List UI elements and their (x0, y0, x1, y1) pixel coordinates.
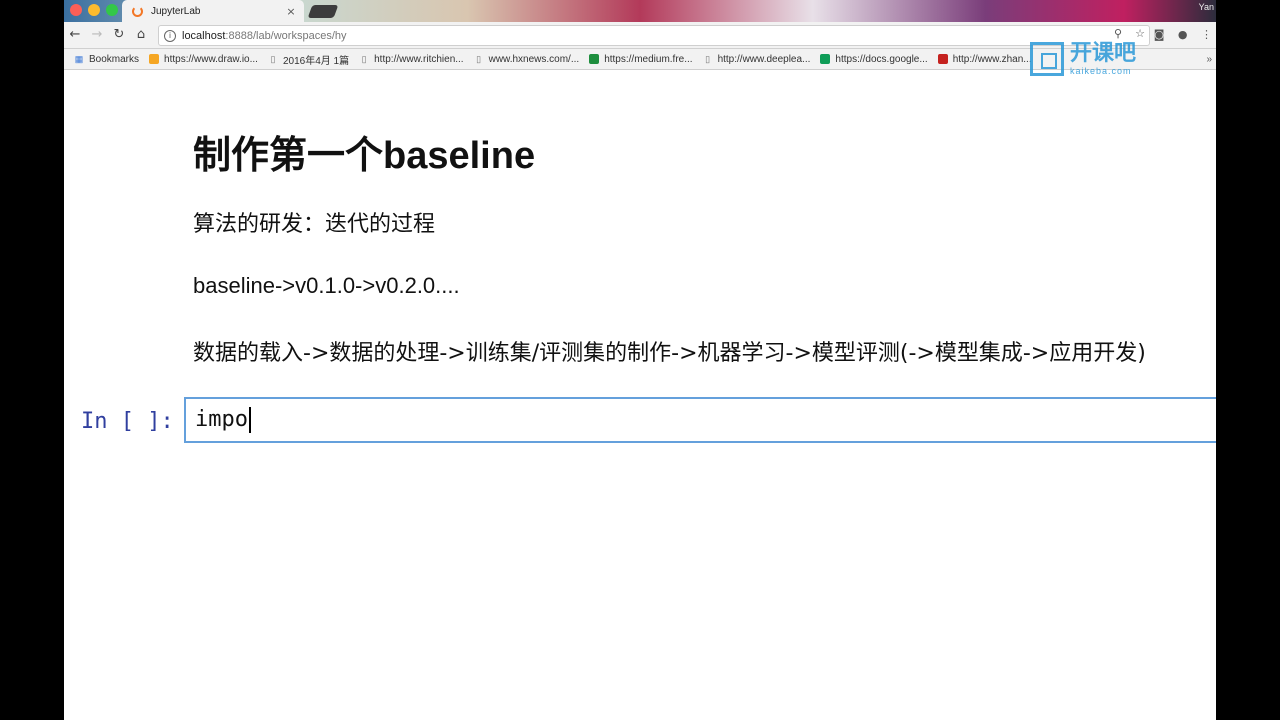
markdown-paragraph: 数据的载入->数据的处理->训练集/评测集的制作->机器学习->模型评测(->模… (193, 341, 1146, 366)
green-icon (589, 54, 600, 64)
jupyter-icon (132, 5, 143, 17)
bookmark-item[interactable]: ▯ www.hxnews.com/... (474, 53, 580, 65)
bookmark-label: http://www.deeplea... (717, 53, 811, 65)
bookmark-label: https://medium.fre... (604, 53, 693, 65)
page-icon: ▯ (361, 54, 367, 64)
kaikeba-logo-icon (1030, 42, 1064, 76)
bookmark-item[interactable]: ▯ http://www.ritchien... (359, 53, 464, 65)
bookmark-label: https://www.draw.io... (164, 53, 258, 65)
maximize-window-button[interactable] (106, 4, 118, 16)
watermark-en: kaikeba.com (1070, 66, 1132, 76)
bookmarks-overflow-icon[interactable]: » (1206, 54, 1212, 65)
forward-arrow-icon[interactable]: → (88, 26, 106, 44)
close-window-button[interactable] (70, 4, 82, 16)
url-text: localhost:8888/lab/workspaces/hy (182, 30, 347, 42)
tab-close-icon[interactable]: × (284, 5, 298, 18)
notebook-content: 制作第一个baseline 算法的研发：迭代的过程 baseline->v0.1… (64, 70, 1216, 720)
page-icon: ▯ (476, 54, 482, 64)
tab-title: JupyterLab (151, 5, 201, 17)
bookmark-item[interactable]: ▦ Bookmarks (74, 54, 139, 65)
bookmark-label: http://www.zhan... (952, 53, 1032, 65)
sheet-icon (820, 54, 831, 64)
text-cursor (248, 407, 251, 433)
page-icon: ▯ (705, 54, 711, 64)
bookmark-label: https://docs.google... (835, 53, 928, 65)
bookmark-item[interactable]: https://medium.fre... (589, 53, 693, 65)
watermark-text: 开课吧 kaikeba.com (1070, 41, 1137, 77)
profile-name[interactable]: Yan (1199, 2, 1214, 12)
bookmark-item[interactable]: ▯ 2016年4月 1篇 (268, 52, 349, 67)
tab-strip: JupyterLab × Yan (64, 0, 1216, 22)
page-icon: ▯ (270, 54, 276, 64)
bookmark-label: http://www.ritchien... (374, 53, 464, 65)
code-content: impo (195, 407, 248, 432)
minimize-window-button[interactable] (88, 4, 100, 16)
info-icon[interactable]: i (164, 29, 176, 42)
watermark-cn: 开课吧 (1070, 41, 1137, 66)
watermark-logo: 开课吧 kaikeba.com (1030, 38, 1190, 80)
markdown-paragraph: baseline->v0.1.0->v0.2.0.... (193, 273, 460, 298)
bookmark-item[interactable]: https://docs.google... (820, 53, 928, 65)
markdown-paragraph: 算法的研发：迭代的过程 (193, 212, 436, 237)
bookmark-label: Bookmarks (89, 53, 140, 65)
bookmark-item[interactable]: http://www.zhan... (937, 53, 1032, 65)
red-icon (937, 54, 948, 64)
browser-window: JupyterLab × Yan ← → ↻ ⌂ i localhost:888… (64, 0, 1216, 720)
reload-icon[interactable]: ↻ (110, 26, 128, 44)
bookmark-label: www.hxnews.com/... (488, 53, 580, 65)
markdown-heading: 制作第一个baseline (193, 135, 536, 177)
back-arrow-icon[interactable]: ← (66, 26, 84, 44)
apps-icon: ▦ (74, 54, 84, 64)
code-text[interactable]: impo (195, 407, 251, 433)
code-cell-editor[interactable]: impo (184, 397, 1216, 443)
bookmark-label: 2016年4月 1篇 (282, 55, 350, 67)
url-path: :8888/lab/workspaces/hy (225, 29, 347, 42)
address-bar[interactable]: i localhost:8888/lab/workspaces/hy ⚲ ☆ (158, 25, 1150, 46)
new-tab-button[interactable] (307, 5, 339, 18)
home-icon[interactable]: ⌂ (132, 26, 150, 44)
tab-jupyterlab[interactable]: JupyterLab × (122, 0, 304, 22)
bookmark-item[interactable]: https://www.draw.io... (149, 54, 258, 65)
input-prompt: In [ ]: (81, 409, 174, 434)
bookmark-item[interactable]: ▯ http://www.deeplea... (703, 53, 811, 65)
draw-icon (149, 54, 160, 64)
url-host: localhost (182, 29, 226, 42)
menu-kebab-icon[interactable]: ⋮ (1201, 28, 1212, 41)
